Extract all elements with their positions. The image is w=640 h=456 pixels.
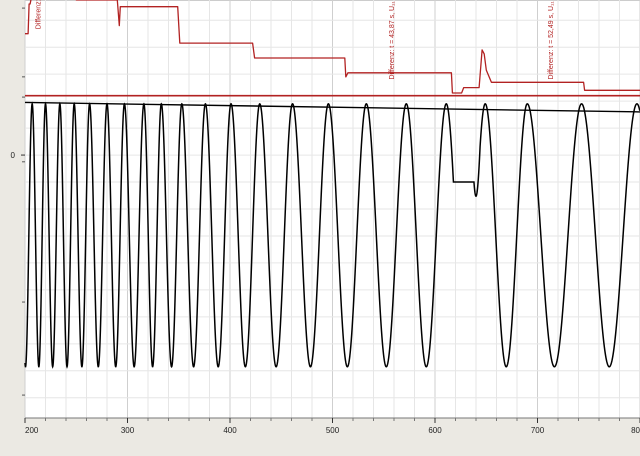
chart-window: 200 300 400 500 600 700 80 0 Differenz: t = 13… — [0, 0, 640, 451]
x-tick-label: 80 — [631, 426, 640, 435]
annotation-label: Differenz: t = 13 — [35, 0, 42, 29]
y-tick-label: 0 — [11, 151, 16, 160]
x-tick-label: 600 — [428, 426, 442, 435]
x-tick-label: 400 — [223, 426, 237, 435]
x-tick-label: 500 — [326, 426, 340, 435]
annotation-label: Differenz: t = 43,87 s, U₁₁ = 0,03 V — [389, 0, 396, 80]
line-chart[interactable]: 200 300 400 500 600 700 80 0 Differenz: t = 13… — [0, 0, 640, 451]
x-tick-label: 700 — [531, 426, 545, 435]
annotation-label: Differenz: t = 52,49 s, U₁₁ = 0,00 V — [548, 0, 555, 80]
x-tick-label: 200 — [25, 426, 39, 435]
x-tick-label: 300 — [121, 426, 135, 435]
